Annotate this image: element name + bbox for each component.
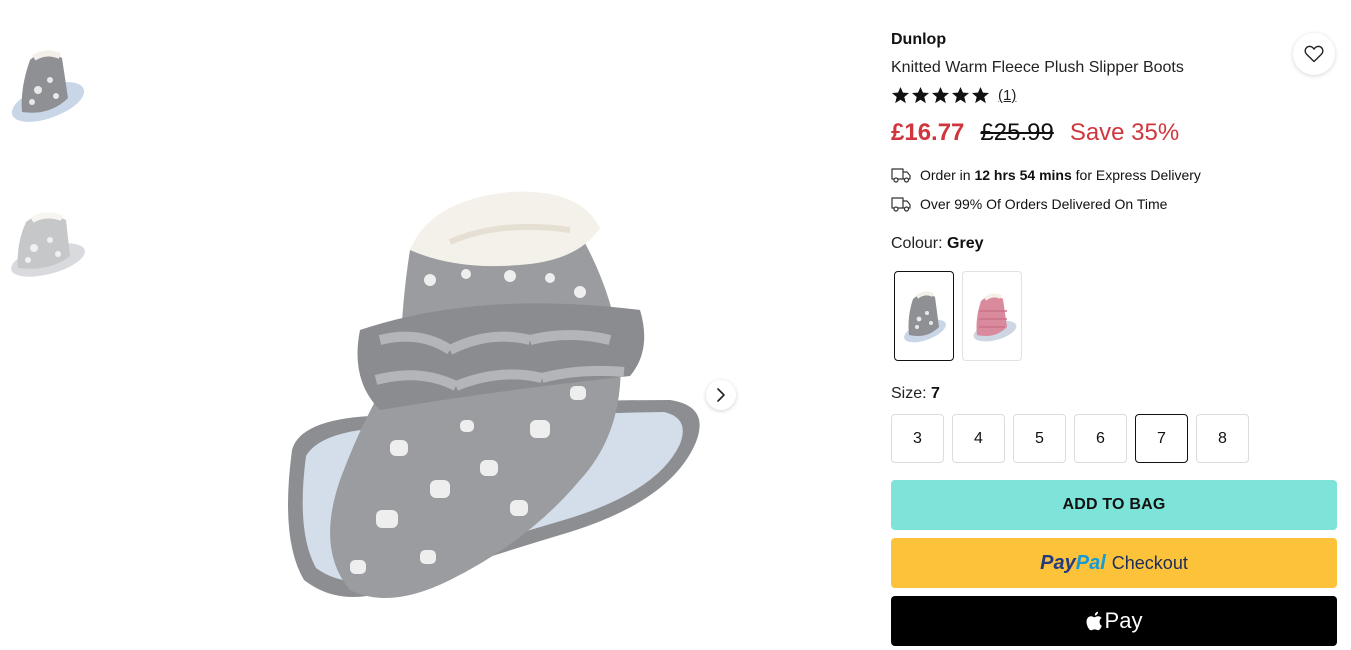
size-label-text: Size: — [891, 385, 932, 402]
size-option[interactable]: 4 — [952, 414, 1005, 463]
size-option[interactable]: 8 — [1196, 414, 1249, 463]
boot-thumbnail-image — [11, 50, 85, 122]
paypal-logo-pay: Pay — [1040, 551, 1076, 574]
express-delivery-info: Order in 12 hrs 54 mins for Express Deli… — [891, 167, 1201, 183]
current-price: £16.77 — [891, 119, 965, 146]
savings-text: Save 35% — [1069, 119, 1180, 146]
star-icon — [971, 86, 990, 104]
star-icon — [931, 86, 950, 104]
boot-thumbnail-image-light — [11, 212, 85, 277]
wishlist-button[interactable] — [1293, 33, 1335, 75]
delivery-truck-icon — [891, 197, 911, 212]
grey-boot-swatch-image — [904, 291, 946, 343]
paypal-checkout-label: Checkout — [1111, 552, 1188, 573]
colour-swatch-pink[interactable] — [962, 271, 1022, 361]
paypal-checkout-button[interactable]: Pay Pal Checkout — [891, 538, 1337, 588]
product-rating: (1) — [891, 86, 1016, 105]
chevron-right-icon — [717, 388, 725, 402]
review-count-link[interactable]: (1) — [998, 87, 1016, 104]
delivery-countdown: 12 hrs 54 mins — [974, 167, 1072, 183]
original-price: £25.99 — [980, 119, 1054, 146]
paypal-logo-pal: Pal — [1075, 551, 1106, 574]
thumbnail-2[interactable] — [4, 198, 90, 294]
star-icon — [911, 86, 930, 104]
main-product-image — [100, 0, 860, 650]
delivery-truck-icon — [891, 168, 911, 183]
star-icon — [951, 86, 970, 104]
on-time-text: Over 99% Of Orders Delivered On Time — [920, 196, 1168, 212]
apple-pay-button[interactable]: Pay — [891, 596, 1337, 646]
size-option[interactable]: 3 — [891, 414, 944, 463]
add-to-bag-button[interactable]: ADD TO BAG — [891, 480, 1337, 530]
delivery-prefix: Order in — [920, 167, 975, 183]
apple-logo-icon — [1086, 611, 1102, 631]
on-time-delivery-info: Over 99% Of Orders Delivered On Time — [891, 196, 1167, 212]
delivery-suffix: for Express Delivery — [1071, 167, 1201, 183]
size-option-selected[interactable]: 7 — [1135, 414, 1188, 463]
thumbnail-1[interactable] — [4, 40, 90, 136]
selected-size: 7 — [931, 385, 940, 402]
colour-swatch-grey[interactable] — [894, 271, 954, 361]
product-title: Knitted Warm Fleece Plush Slipper Boots — [891, 59, 1184, 76]
size-option[interactable]: 5 — [1013, 414, 1066, 463]
apple-pay-label: Pay — [1104, 608, 1143, 633]
product-info-panel: Dunlop Knitted Warm Fleece Plush Slipper… — [891, 0, 1337, 650]
heart-icon — [1304, 45, 1324, 63]
pink-boot-swatch-image — [973, 293, 1017, 342]
selected-colour: Grey — [947, 235, 984, 252]
size-label: Size: 7 — [891, 385, 940, 403]
star-rating — [891, 86, 990, 105]
product-brand[interactable]: Dunlop — [891, 31, 946, 49]
colour-label: Colour: Grey — [891, 235, 984, 253]
star-icon — [891, 86, 910, 104]
price-block: £16.77 £25.99 Save 35% — [891, 119, 1179, 147]
colour-label-text: Colour: — [891, 235, 948, 252]
next-image-button[interactable] — [706, 380, 736, 410]
size-option[interactable]: 6 — [1074, 414, 1127, 463]
product-page: Dunlop Knitted Warm Fleece Plush Slipper… — [0, 0, 1351, 650]
slipper-boot-image — [288, 191, 700, 598]
